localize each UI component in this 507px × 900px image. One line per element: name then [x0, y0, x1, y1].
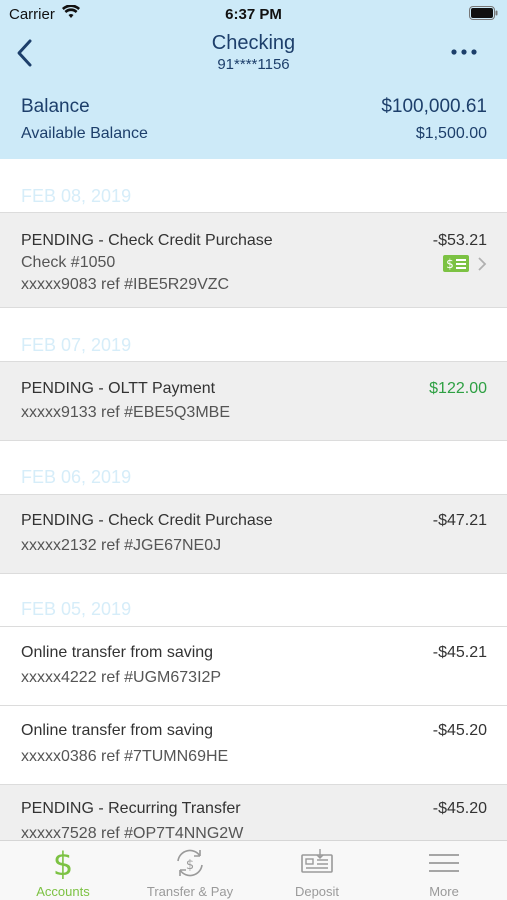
- transaction-amount: -$45.21: [432, 644, 487, 661]
- balance-label: Balance: [21, 96, 90, 117]
- transaction-amount: -$53.21: [432, 232, 487, 249]
- battery-icon: [469, 6, 498, 20]
- account-number: 91****1156: [217, 56, 290, 73]
- available-balance-label: Available Balance: [21, 125, 148, 142]
- svg-text:$: $: [53, 847, 73, 879]
- check-image-icon[interactable]: $: [443, 255, 469, 272]
- transaction-check-number: Check #1050: [21, 254, 116, 271]
- transaction-row[interactable]: Online transfer from saving xxxxx0386 re…: [0, 705, 507, 784]
- tab-more[interactable]: More: [381, 841, 507, 900]
- transaction-title: PENDING - Check Credit Purchase: [21, 232, 273, 249]
- balance-value: $100,000.61: [381, 96, 487, 117]
- date-label: FEB 08, 2019: [21, 186, 132, 206]
- date-label: FEB 07, 2019: [21, 335, 132, 355]
- tab-transfer-pay[interactable]: $ Transfer & Pay: [127, 841, 253, 900]
- svg-text:$: $: [446, 257, 454, 271]
- dollar-icon: $: [53, 847, 73, 879]
- transaction-amount: -$47.21: [432, 512, 487, 529]
- deposit-check-icon: [301, 849, 333, 873]
- transaction-reference: xxxxx9133 ref #EBE5Q3MBE: [21, 404, 230, 421]
- status-time: 6:37 PM: [225, 6, 282, 23]
- account-header: Carrier 6:37 PM Checking 91****1156 Bala…: [0, 0, 507, 159]
- status-bar: Carrier 6:37 PM: [0, 0, 507, 30]
- transaction-reference: xxxxx2132 ref #JGE67NE0J: [21, 537, 222, 554]
- tab-label: Accounts: [36, 884, 90, 899]
- transaction-title: PENDING - Recurring Transfer: [21, 800, 241, 817]
- transaction-row[interactable]: PENDING - Check Credit Purchase xxxxx213…: [0, 494, 507, 574]
- chevron-right-icon: [478, 257, 487, 271]
- transaction-title: Online transfer from saving: [21, 644, 214, 661]
- transaction-row[interactable]: PENDING - Recurring Transfer xxxxx7528 r…: [0, 784, 507, 844]
- svg-text:$: $: [186, 858, 194, 873]
- tab-label: Transfer & Pay: [146, 884, 234, 899]
- tab-accounts[interactable]: $ Accounts: [0, 841, 126, 900]
- transaction-row[interactable]: PENDING - Check Credit Purchase Check #1…: [0, 212, 507, 308]
- tab-deposit[interactable]: Deposit: [254, 841, 380, 900]
- page-title: Checking: [211, 32, 296, 54]
- date-label: FEB 06, 2019: [21, 467, 132, 487]
- transaction-reference: xxxxx0386 ref #7TUMN69HE: [21, 748, 229, 765]
- transaction-reference: xxxxx9083 ref #IBE5R29VZC: [21, 276, 230, 293]
- transaction-title: PENDING - OLTT Payment: [21, 380, 216, 397]
- transaction-row[interactable]: PENDING - OLTT Payment xxxxx9133 ref #EB…: [0, 361, 507, 441]
- tab-bar: $ Accounts $ Transfer & Pay Deposit More: [0, 840, 507, 900]
- transaction-amount: -$45.20: [432, 722, 487, 739]
- transaction-title: PENDING - Check Credit Purchase: [21, 512, 273, 529]
- transaction-amount: -$45.20: [432, 800, 487, 817]
- date-label: FEB 05, 2019: [21, 599, 132, 619]
- tab-label: More: [429, 884, 459, 899]
- transaction-row[interactable]: Online transfer from saving xxxxx4222 re…: [0, 626, 507, 705]
- tab-label: Deposit: [294, 884, 340, 899]
- transaction-reference: xxxxx4222 ref #UGM673I2P: [21, 669, 222, 686]
- transfer-pay-icon: $: [177, 849, 203, 877]
- available-balance-value: $1,500.00: [415, 125, 487, 142]
- transaction-amount: $122.00: [429, 380, 487, 397]
- transaction-title: Online transfer from saving: [21, 722, 214, 739]
- more-options-icon[interactable]: [449, 46, 479, 58]
- menu-icon: [429, 854, 459, 872]
